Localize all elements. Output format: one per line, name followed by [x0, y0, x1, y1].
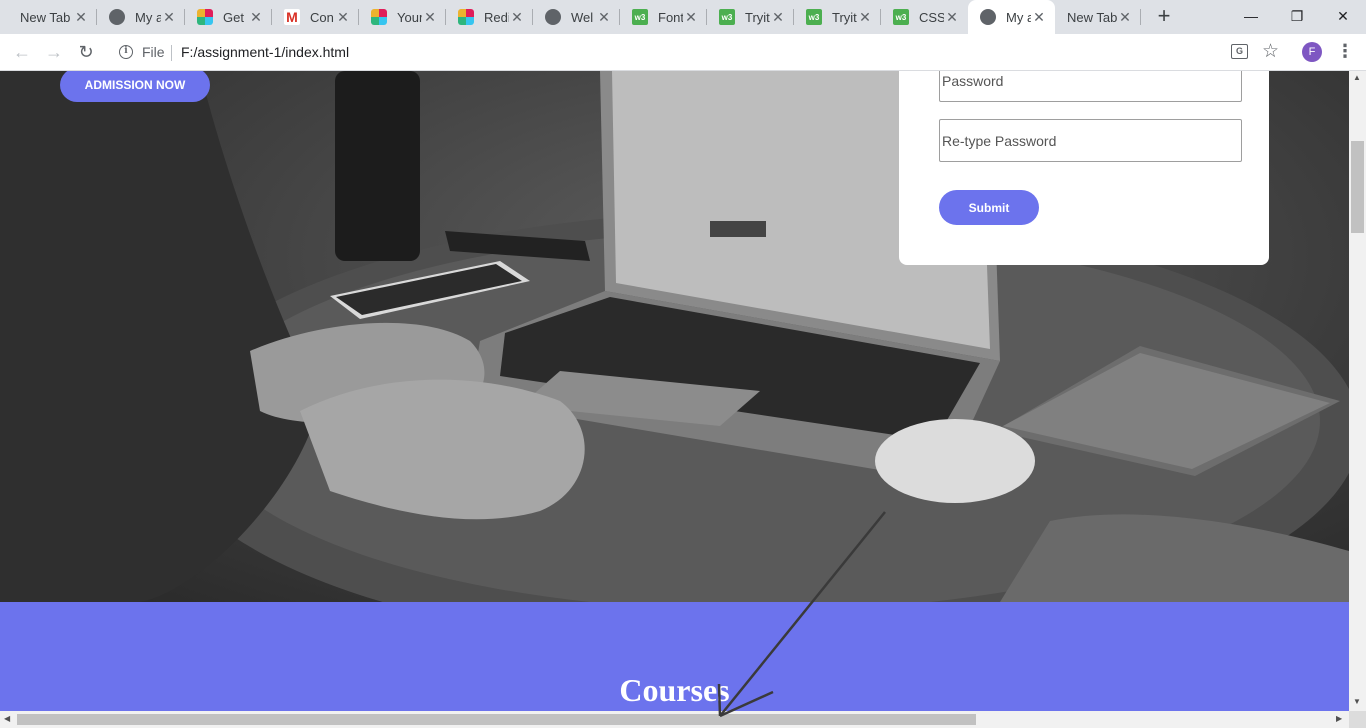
tab-close-icon[interactable]: ✕: [1031, 9, 1047, 26]
address-bar[interactable]: i File F:/assignment-1/index.html: [108, 38, 1290, 67]
retype-password-field[interactable]: [939, 119, 1242, 162]
maximize-button[interactable]: ❐: [1274, 0, 1320, 34]
tab-close-icon[interactable]: ✕: [683, 9, 699, 26]
bookmark-star-icon[interactable]: ☆: [1262, 40, 1279, 63]
slack-icon: [197, 9, 213, 25]
tab-close-icon[interactable]: ✕: [770, 9, 786, 26]
w3schools-icon: w3: [806, 9, 822, 25]
scroll-right-arrow-icon[interactable]: ▶: [1336, 714, 1342, 723]
tab-title: Con: [310, 9, 334, 25]
browser-tab[interactable]: M Con ✕: [272, 0, 359, 34]
browser-tab[interactable]: w3 Font ✕: [620, 0, 707, 34]
registration-form: Submit: [899, 71, 1269, 265]
browser-tab[interactable]: Your ✕: [359, 0, 446, 34]
tab-close-icon[interactable]: ✕: [596, 9, 612, 26]
browser-toolbar: ← → ↻ i File F:/assignment-1/index.html: [0, 34, 1366, 71]
tab-close-icon[interactable]: ✕: [73, 9, 89, 26]
tab-close-icon[interactable]: ✕: [509, 9, 525, 26]
browser-tab[interactable]: w3 CSS ✕: [881, 0, 968, 34]
courses-section: Courses: [0, 602, 1349, 711]
slack-icon: [458, 9, 474, 25]
browser-tab[interactable]: w3 Tryit ✕: [707, 0, 794, 34]
tab-title: New Tab: [1067, 9, 1117, 25]
admission-now-button[interactable]: ADMISSION NOW: [60, 71, 210, 102]
tab-title: New Tab: [20, 9, 71, 25]
tab-close-icon[interactable]: ✕: [161, 9, 177, 26]
new-tab-button[interactable]: +: [1151, 4, 1177, 30]
tab-title: My a: [1006, 9, 1031, 25]
vertical-scroll-thumb[interactable]: [1351, 141, 1364, 233]
browser-tab[interactable]: Wel ✕: [533, 0, 620, 34]
w3schools-icon: w3: [719, 9, 735, 25]
gmail-icon: M: [284, 9, 300, 25]
scroll-up-arrow-icon[interactable]: ▲: [1353, 73, 1361, 82]
browser-tab[interactable]: New Tab ✕: [1055, 0, 1141, 34]
tab-title: Wel: [571, 9, 594, 25]
vertical-scrollbar[interactable]: ▲ ▼: [1349, 71, 1366, 711]
tab-close-icon[interactable]: ✕: [335, 9, 351, 26]
submit-button[interactable]: Submit: [939, 190, 1039, 225]
minimize-button[interactable]: —: [1228, 0, 1274, 34]
globe-icon: [980, 9, 996, 25]
horizontal-scroll-thumb[interactable]: [17, 714, 976, 725]
browser-tab[interactable]: My a ✕: [968, 0, 1055, 34]
tab-separator: [1140, 9, 1141, 25]
browser-menu-icon[interactable]: ⋮: [1336, 38, 1354, 64]
password-field[interactable]: [939, 71, 1242, 102]
browser-tab[interactable]: Redi ✕: [446, 0, 533, 34]
forward-button[interactable]: →: [42, 41, 66, 65]
browser-tab[interactable]: w3 Tryit ✕: [794, 0, 881, 34]
tab-close-icon[interactable]: ✕: [248, 9, 264, 26]
reload-button[interactable]: ↻: [74, 41, 98, 65]
tab-close-icon[interactable]: ✕: [944, 9, 960, 26]
site-info-icon[interactable]: i: [119, 45, 133, 59]
scroll-down-arrow-icon[interactable]: ▼: [1353, 697, 1361, 706]
browser-tab[interactable]: Get S✕: [185, 0, 272, 34]
hero-section: ADMISSION NOW Submit: [0, 71, 1349, 602]
browser-tab[interactable]: New Tab ✕: [8, 0, 97, 34]
profile-avatar[interactable]: F: [1302, 42, 1322, 62]
globe-icon: [109, 9, 125, 25]
translate-icon[interactable]: G: [1231, 44, 1248, 59]
url-text[interactable]: F:/assignment-1/index.html: [181, 44, 349, 60]
tab-close-icon[interactable]: ✕: [422, 9, 438, 26]
scrollbar-corner: [1349, 711, 1366, 728]
w3schools-icon: w3: [893, 9, 909, 25]
tab-title: Redi: [484, 9, 509, 25]
tab-title: Get S: [223, 9, 248, 25]
slack-icon: [371, 9, 387, 25]
w3schools-icon: w3: [632, 9, 648, 25]
omnibox-divider: [171, 45, 172, 61]
back-button[interactable]: ←: [10, 41, 34, 65]
tab-close-icon[interactable]: ✕: [857, 9, 873, 26]
tab-title: CSS: [919, 9, 944, 25]
tab-title: Font: [658, 9, 683, 25]
tab-close-icon[interactable]: ✕: [1117, 9, 1133, 26]
page-viewport: ADMISSION NOW Submit Courses: [0, 71, 1349, 711]
tab-title: Your: [397, 9, 422, 25]
scheme-label: File: [142, 44, 165, 60]
scroll-left-arrow-icon[interactable]: ◀: [4, 714, 10, 723]
tab-title: Tryit: [832, 9, 857, 25]
courses-heading: Courses: [619, 672, 730, 708]
horizontal-scrollbar[interactable]: ◀ ▶: [0, 711, 1349, 728]
browser-tab[interactable]: My a ✕: [97, 0, 185, 34]
tab-title: My a: [135, 9, 161, 25]
close-window-button[interactable]: ✕: [1320, 0, 1366, 34]
tab-title: Tryit: [745, 9, 770, 25]
globe-icon: [545, 9, 561, 25]
